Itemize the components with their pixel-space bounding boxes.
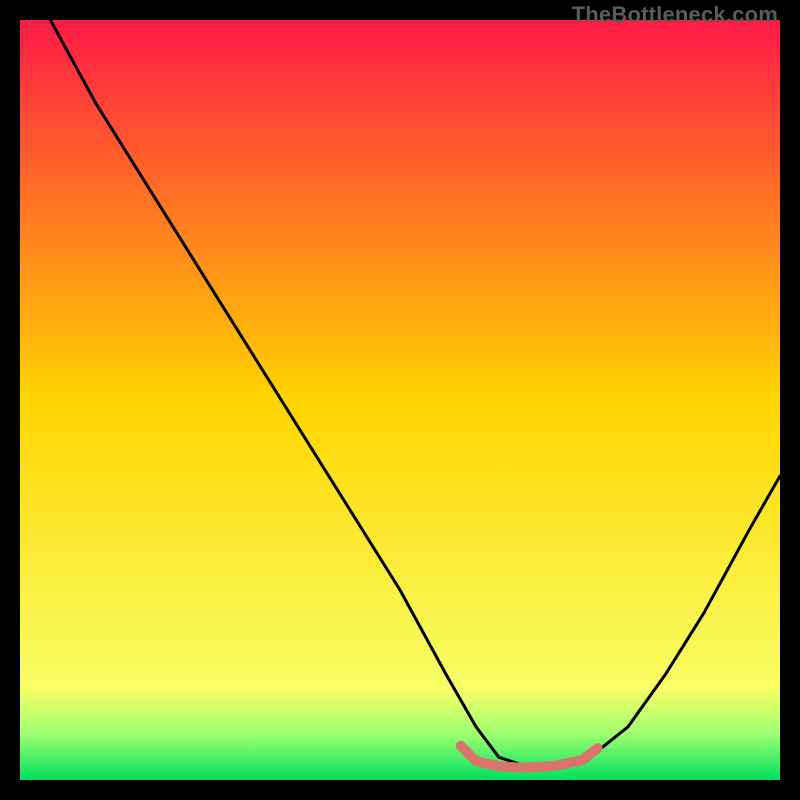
watermark-text: TheBottleneck.com xyxy=(572,2,778,28)
chart-background xyxy=(20,20,780,780)
chart-frame xyxy=(20,20,780,780)
bottleneck-chart xyxy=(20,20,780,780)
